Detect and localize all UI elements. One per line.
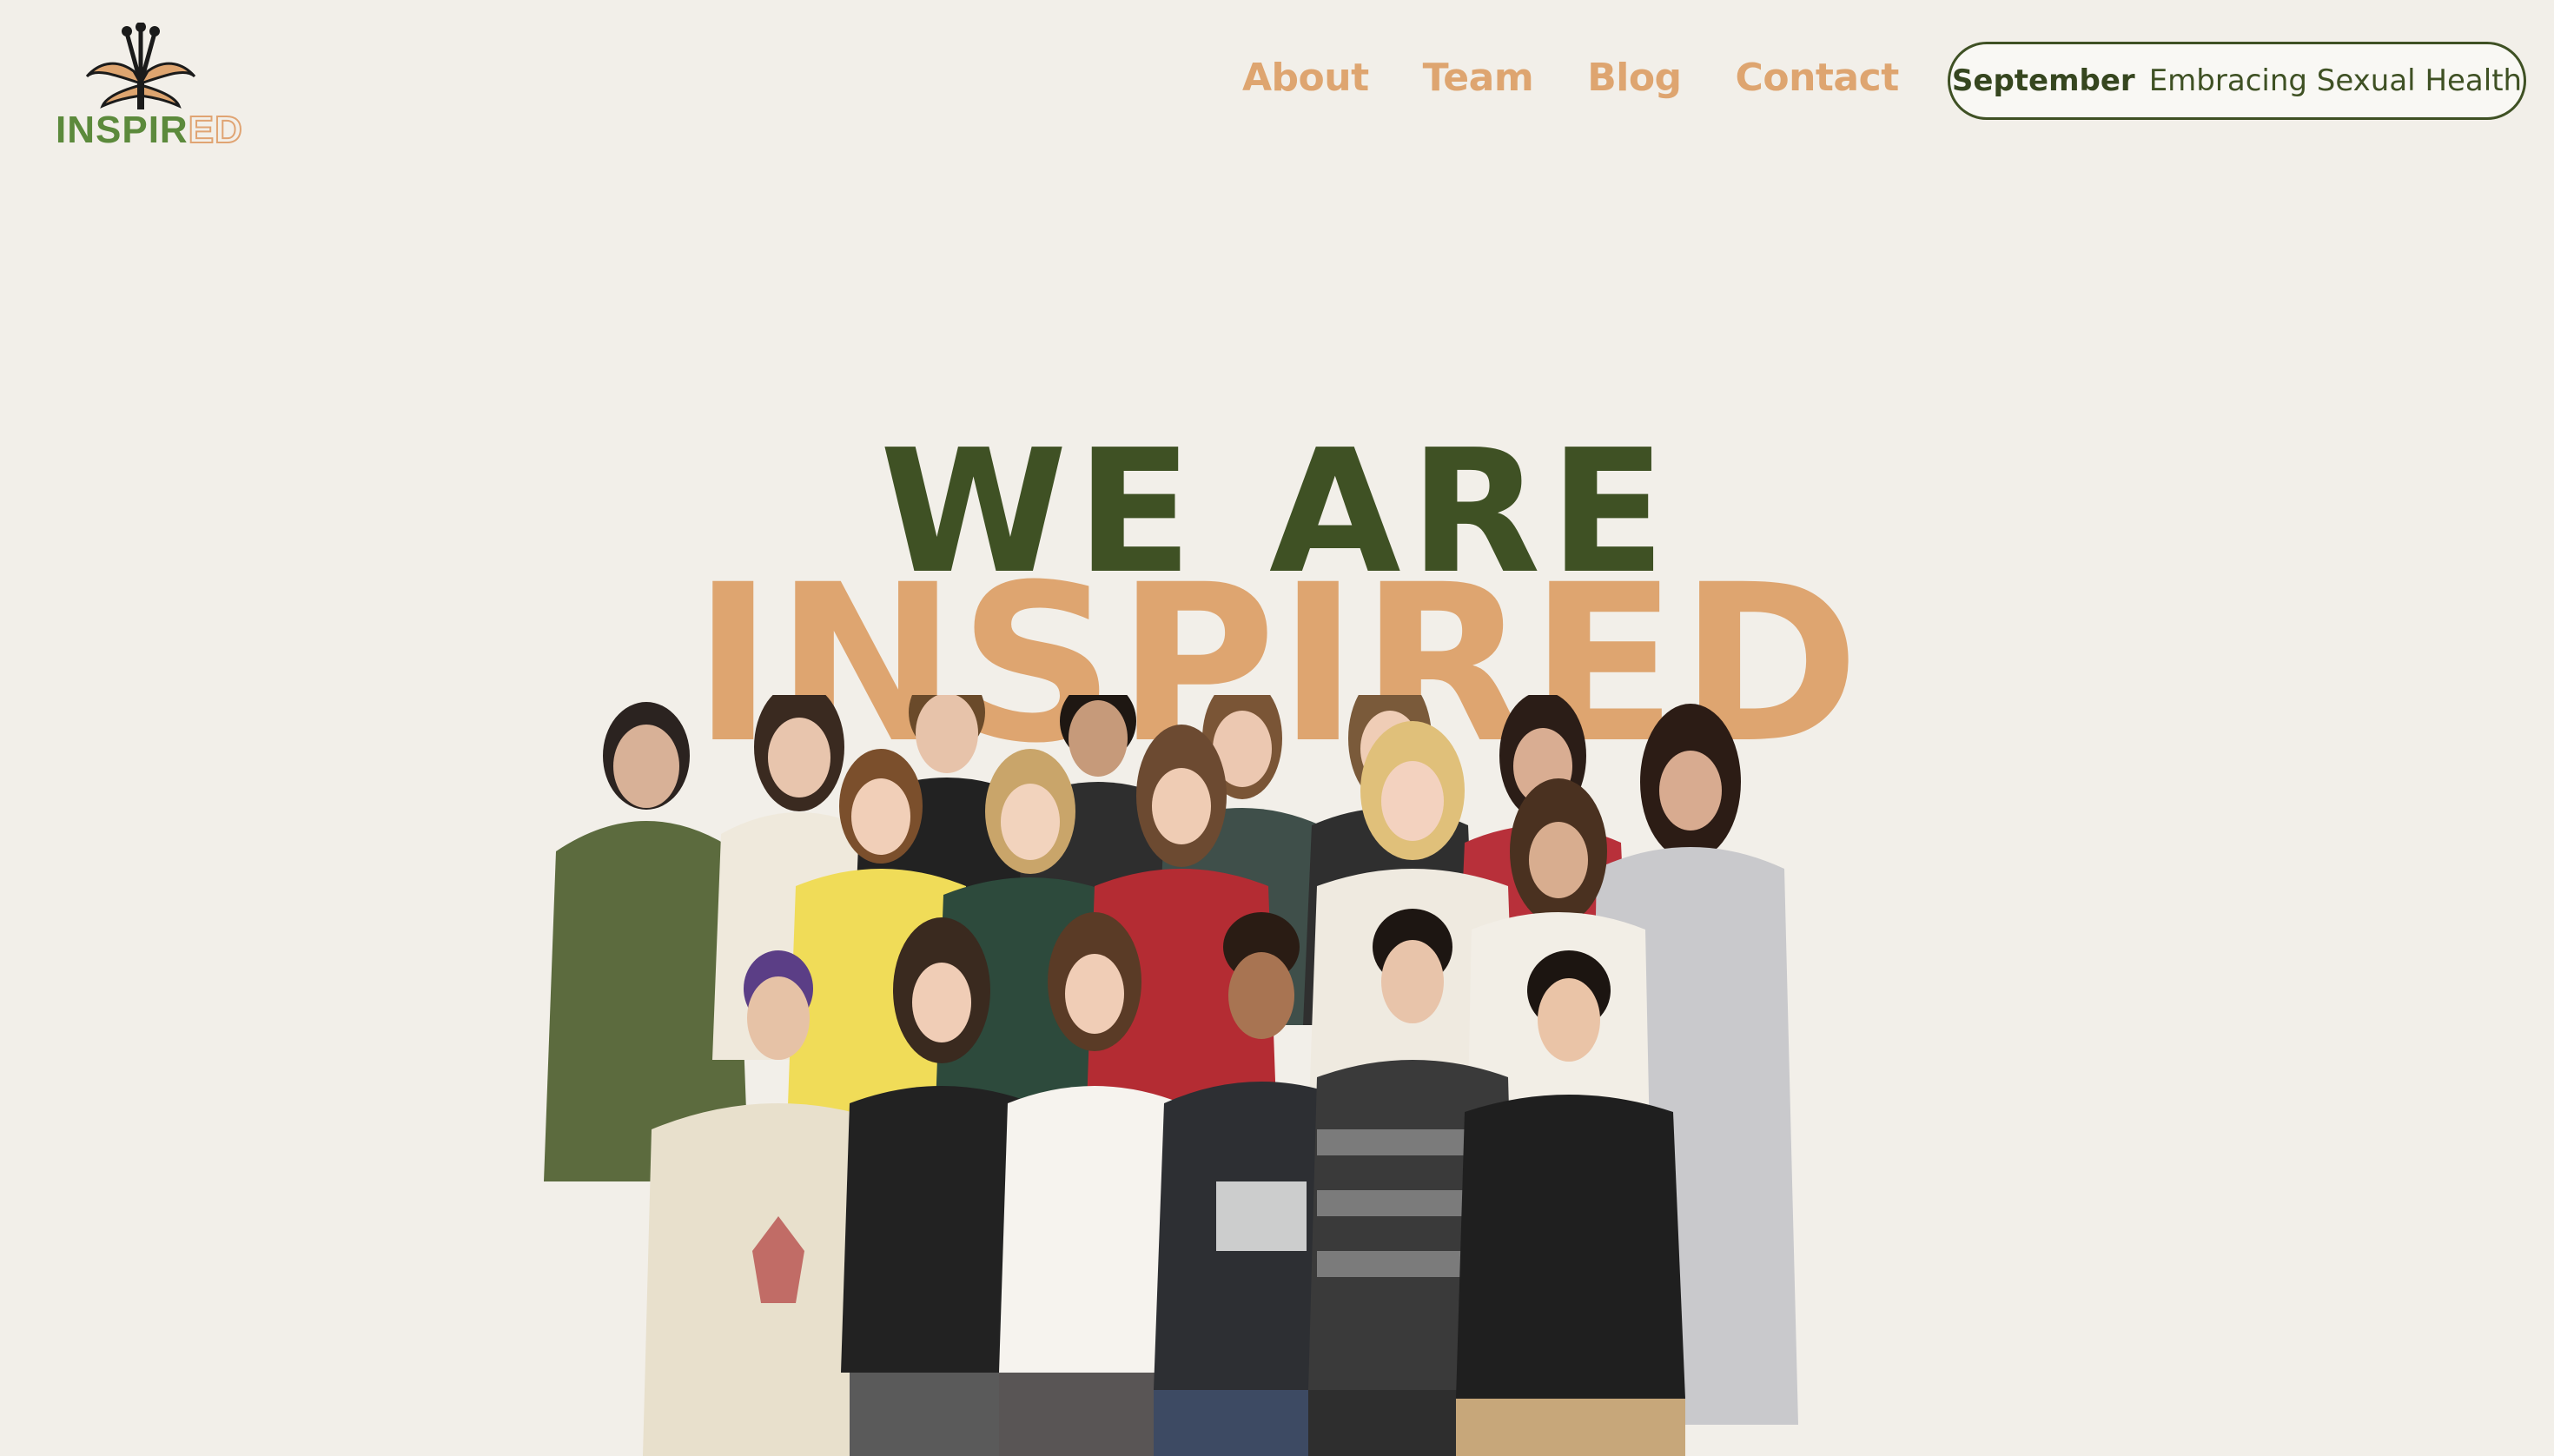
main-nav: About Team Blog Contact (1242, 45, 1899, 111)
site-logo[interactable]: INSPIRED (56, 23, 243, 152)
pill-topic: Embracing Sexual Health (2148, 63, 2523, 98)
monthly-topic-pill[interactable]: September Embracing Sexual Health (1948, 42, 2526, 120)
nav-contact[interactable]: Contact (1736, 45, 1900, 111)
logo-text-2: IR (148, 109, 189, 151)
nav-about[interactable]: About (1242, 45, 1369, 111)
logo-wordmark: INSPIRED (56, 103, 243, 158)
nav-blog[interactable]: Blog (1587, 45, 1682, 111)
team-group-photo (521, 695, 2015, 1456)
logo-text-1: INSP (56, 109, 149, 151)
lily-flower-icon (85, 23, 196, 109)
pill-month: September (1951, 63, 2135, 98)
nav-team[interactable]: Team (1423, 45, 1534, 111)
logo-text-3: ED (188, 108, 243, 152)
